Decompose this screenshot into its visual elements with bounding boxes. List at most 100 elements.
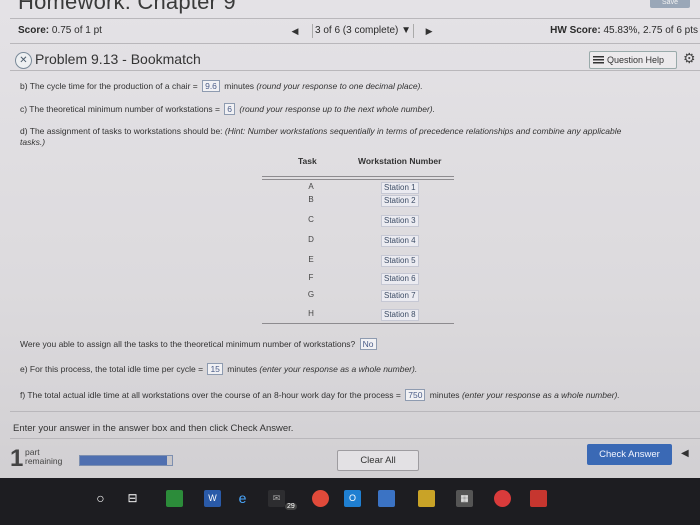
task-cell: G [307, 290, 315, 299]
parts-remaining-count: 1 [10, 445, 24, 472]
station-cell[interactable]: Station 2 [381, 195, 419, 207]
edge-icon[interactable]: e [234, 490, 251, 507]
station-cell[interactable]: Station 4 [381, 235, 419, 247]
part-f-unit: minutes [427, 390, 462, 400]
table-header-task: Task [298, 156, 317, 166]
app-icon-red[interactable] [494, 490, 511, 507]
question-select[interactable]: 3 of 6 (3 complete) ▼ [312, 24, 415, 38]
score-value: 0.75 of 1 pt [51, 25, 102, 36]
clear-all-button[interactable]: Clear All [337, 450, 419, 471]
parts-label-2: remaining [25, 456, 63, 466]
progress-bar [79, 455, 173, 466]
part-b-hint: (round your response to one decimal plac… [256, 81, 423, 91]
table-header-rule [262, 176, 454, 177]
part-e-unit: minutes [224, 364, 260, 374]
table-header-rule-2 [262, 179, 454, 180]
hw-score-label: HW Score: [550, 25, 601, 36]
answer-footer: 1 part remaining Clear All Check Answer ◀ [10, 442, 700, 478]
question-help-label: Question Help [607, 55, 665, 65]
part-c-answer[interactable]: 6 [224, 103, 236, 115]
part-e: e) For this process, the total idle time… [20, 363, 417, 375]
question-help-button[interactable]: Question Help [589, 51, 677, 69]
part-b-text: b) The cycle time for the production of … [20, 81, 201, 91]
word-icon[interactable]: W [204, 490, 221, 507]
part-b: b) The cycle time for the production of … [20, 80, 423, 92]
parts-remaining-label: part remaining [25, 448, 62, 466]
part-b-answer[interactable]: 9.6 [202, 80, 220, 92]
assign-answer[interactable]: No [359, 338, 377, 350]
progress-fill [80, 456, 168, 465]
task-cell: C [308, 215, 314, 224]
mail-icon[interactable]: ✉ [268, 490, 285, 507]
part-d-text: d) The assignment of tasks to workstatio… [20, 126, 225, 136]
partial-credit-icon: ✕ [15, 52, 32, 69]
table-header-workstation: Workstation Number [358, 156, 442, 166]
chevron-down-icon: ▼ [401, 25, 412, 36]
task-cell: H [308, 309, 314, 318]
app-icon-dark-red[interactable] [530, 490, 547, 507]
instruction-divider-bottom [10, 438, 700, 439]
part-c-text: c) The theoretical minimum number of wor… [20, 104, 223, 114]
part-c-hint: (round your response up to the next whol… [237, 104, 435, 114]
task-cell: A [308, 182, 314, 191]
part-b-unit: minutes [221, 81, 257, 91]
station-cell[interactable]: Station 8 [381, 309, 419, 321]
part-e-hint: (enter your response as a whole number). [259, 364, 418, 374]
part-d-cont: tasks.) [20, 137, 45, 147]
header-divider [10, 18, 700, 19]
calculator-icon[interactable]: ▦ [456, 490, 473, 507]
score: Score: 0.75 of 1 pt [18, 25, 102, 36]
score-label: Score: [18, 25, 50, 36]
station-cell[interactable]: Station 5 [381, 255, 419, 267]
task-cell: F [308, 273, 314, 282]
problem-divider [10, 70, 700, 71]
part-f: f) The total actual idle time at all wor… [20, 389, 620, 401]
store-icon[interactable] [378, 490, 395, 507]
app-icon-green[interactable] [166, 490, 183, 507]
notification-badge: 29 [285, 503, 297, 510]
table-row: D Station 4 [262, 235, 454, 252]
part-e-answer[interactable]: 15 [207, 363, 223, 375]
app-icon-yellow[interactable] [418, 490, 435, 507]
taskbar: ○ ⊟ W e ✉ 29 O ▦ [0, 478, 700, 525]
hw-score-value: 45.83%, 2.75 of 6 pts [603, 25, 698, 36]
assignment-title: Homework: Chapter 9 [18, 0, 236, 14]
outlook-icon[interactable]: O [344, 490, 361, 507]
table-row: F Station 6 [262, 273, 454, 290]
station-cell[interactable]: Station 3 [381, 215, 419, 227]
problem-title: Problem 9.13 - Bookmatch [35, 51, 201, 67]
part-d: d) The assignment of tasks to workstatio… [20, 126, 621, 136]
station-cell[interactable]: Station 1 [381, 182, 419, 194]
table-row: C Station 3 [262, 215, 454, 232]
task-view-icon[interactable]: ⊟ [124, 490, 141, 507]
part-c: c) The theoretical minimum number of wor… [20, 103, 435, 115]
score-divider [10, 43, 700, 44]
gear-icon[interactable]: ⚙ [683, 50, 696, 67]
prev-question-icon[interactable]: ◀ [288, 26, 302, 37]
collapse-panel-icon[interactable]: ◀ [681, 448, 689, 459]
cortana-icon[interactable]: ○ [92, 490, 109, 507]
save-button[interactable]: Save [650, 0, 690, 8]
table-bottom-rule [262, 323, 454, 324]
instruction-divider-top [10, 411, 700, 412]
task-cell: E [308, 255, 314, 264]
part-d-hint-2: tasks.) [20, 137, 46, 147]
part-e-text: e) For this process, the total idle time… [20, 364, 206, 374]
assign-question: Were you able to assign all the tasks to… [20, 338, 379, 350]
chrome-icon[interactable] [312, 490, 329, 507]
table-row: B Station 2 [262, 195, 454, 212]
part-f-hint: (enter your response as a whole number). [461, 390, 620, 400]
check-answer-button[interactable]: Check Answer [587, 444, 672, 465]
task-cell: D [308, 235, 314, 244]
hw-score: HW Score: 45.83%, 2.75 of 6 pts [550, 25, 698, 36]
task-cell: B [308, 195, 314, 204]
table-row: G Station 7 [262, 290, 454, 307]
next-question-icon[interactable]: ▶ [422, 26, 436, 37]
station-cell[interactable]: Station 7 [381, 290, 419, 302]
instruction-text: Enter your answer in the answer box and … [13, 423, 294, 434]
page: Homework: Chapter 9 Save Score: 0.75 of … [0, 0, 700, 525]
part-f-answer[interactable]: 750 [405, 389, 426, 401]
station-cell[interactable]: Station 6 [381, 273, 419, 285]
question-navigator: ◀ 3 of 6 (3 complete) ▼ ▶ [288, 24, 436, 38]
table-row: E Station 5 [262, 255, 454, 272]
